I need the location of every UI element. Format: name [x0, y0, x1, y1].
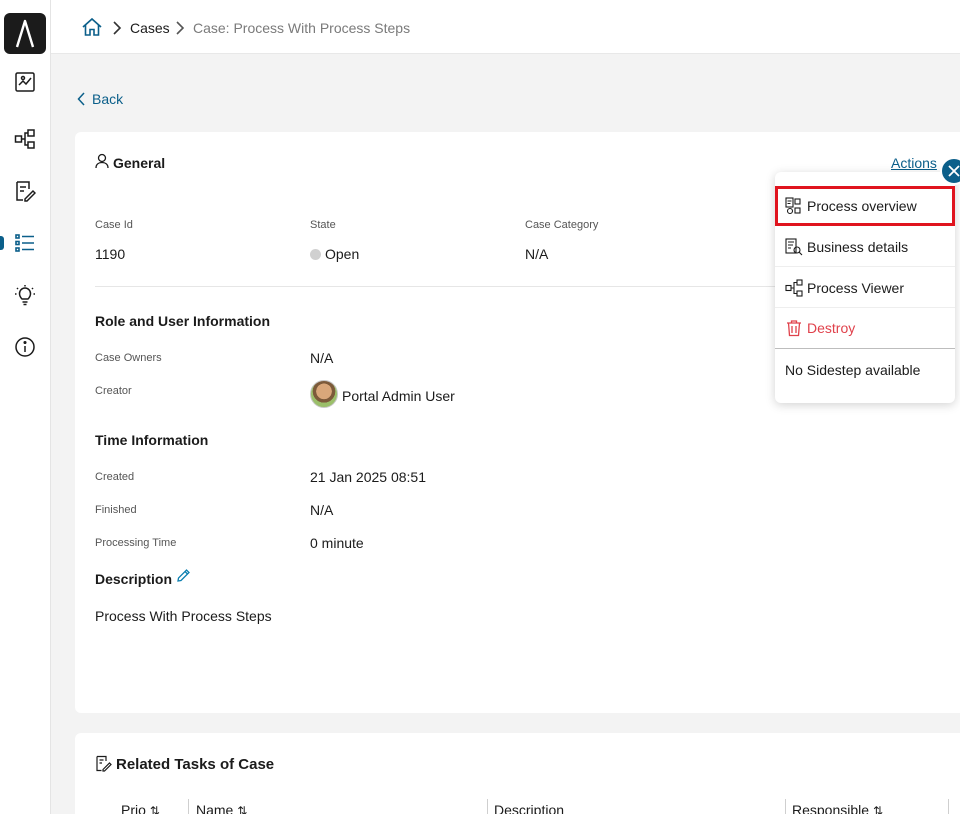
creator-label: Creator: [95, 385, 132, 397]
state-text: Open: [325, 246, 360, 262]
case-category-value: N/A: [525, 246, 549, 262]
description-title: Description: [95, 571, 173, 587]
column-label: Prio: [121, 802, 146, 814]
menu-item-business-details[interactable]: Business details: [775, 227, 955, 267]
breadcrumb-current: Case: Process With Process Steps: [193, 20, 411, 36]
avatar: [310, 380, 338, 408]
process-icon[interactable]: [13, 127, 37, 151]
column-header-prio[interactable]: Prio ⇅: [121, 802, 160, 814]
process-overview-icon: [785, 197, 803, 215]
case-owners-value: N/A: [310, 350, 334, 366]
menu-item-process-viewer[interactable]: Process Viewer: [775, 268, 955, 308]
tasks-icon[interactable]: [13, 179, 37, 203]
menu-item-label: Destroy: [807, 320, 856, 336]
breadcrumb-cases[interactable]: Cases: [130, 20, 170, 36]
sort-icon: ⇅: [149, 804, 160, 814]
column-divider: [948, 799, 949, 814]
state-label: State: [310, 219, 336, 231]
menu-item-destroy[interactable]: Destroy: [775, 308, 955, 348]
case-owners-label: Case Owners: [95, 352, 162, 364]
general-title: General: [113, 155, 166, 171]
chevron-left-icon: [77, 92, 85, 106]
description-value: Process With Process Steps: [95, 608, 272, 624]
related-tasks-card: Related Tasks of Case Prio ⇅ Name ⇅ Desc…: [75, 733, 960, 814]
actions-menu: Process overview Business details Proces…: [775, 172, 955, 403]
menu-divider: [775, 348, 955, 349]
creator-value: Portal Admin User: [342, 388, 455, 404]
chevron-right-icon: [112, 20, 122, 36]
finished-label: Finished: [95, 504, 137, 516]
processing-time-label: Processing Time: [95, 537, 177, 549]
info-icon[interactable]: [13, 335, 37, 359]
business-details-icon: [785, 237, 803, 256]
menu-item-label: Process overview: [807, 198, 917, 214]
close-menu-button[interactable]: [940, 157, 960, 185]
column-divider: [785, 799, 786, 814]
case-category-label: Case Category: [525, 219, 599, 231]
chevron-right-icon: [175, 20, 185, 36]
task-edit-icon: [95, 755, 112, 777]
user-icon: [95, 153, 109, 174]
column-label: Responsible: [792, 802, 870, 814]
actions-link[interactable]: Actions: [891, 155, 937, 171]
sidebar: [0, 0, 51, 814]
app-logo[interactable]: [4, 13, 46, 54]
cases-list-icon[interactable]: [13, 231, 37, 255]
column-header-name[interactable]: Name ⇅: [196, 802, 247, 814]
menu-item-label: Business details: [807, 238, 909, 255]
related-tasks-title: Related Tasks of Case: [116, 756, 275, 773]
trash-icon: [785, 319, 803, 337]
finished-value: N/A: [310, 502, 334, 518]
active-indicator: [0, 236, 4, 250]
case-id-label: Case Id: [95, 219, 133, 231]
column-header-responsible[interactable]: Responsible ⇅: [792, 802, 883, 814]
menu-item-label: Process Viewer: [807, 279, 905, 296]
column-label: Name: [196, 802, 234, 814]
column-divider: [487, 799, 488, 814]
process-viewer-icon: [785, 278, 803, 297]
no-sidestep-text: No Sidestep available: [785, 362, 921, 378]
column-header-description[interactable]: Description: [494, 802, 564, 814]
menu-item-process-overview[interactable]: Process overview: [775, 186, 955, 226]
edit-pencil-icon[interactable]: [176, 568, 191, 588]
state-dot-icon: [310, 249, 321, 260]
created-value: 21 Jan 2025 08:51: [310, 469, 426, 485]
divider: [95, 286, 795, 287]
back-label: Back: [92, 91, 124, 107]
ideas-icon[interactable]: [13, 283, 37, 307]
processing-time-value: 0 minute: [310, 535, 364, 551]
created-label: Created: [95, 471, 135, 483]
close-icon: [948, 165, 960, 177]
state-value: Open: [310, 246, 359, 262]
time-section-title: Time Information: [95, 432, 209, 448]
home-icon[interactable]: [81, 17, 103, 42]
role-section-title: Role and User Information: [95, 313, 271, 329]
sort-icon: ⇅: [872, 804, 884, 814]
back-button[interactable]: Back: [77, 91, 123, 107]
sort-icon: ⇅: [237, 804, 248, 814]
top-bar: Cases Case: Process With Process Steps: [51, 0, 960, 54]
dashboard-icon[interactable]: [13, 70, 37, 94]
column-divider: [188, 799, 189, 814]
case-id-value: 1190: [95, 246, 126, 262]
